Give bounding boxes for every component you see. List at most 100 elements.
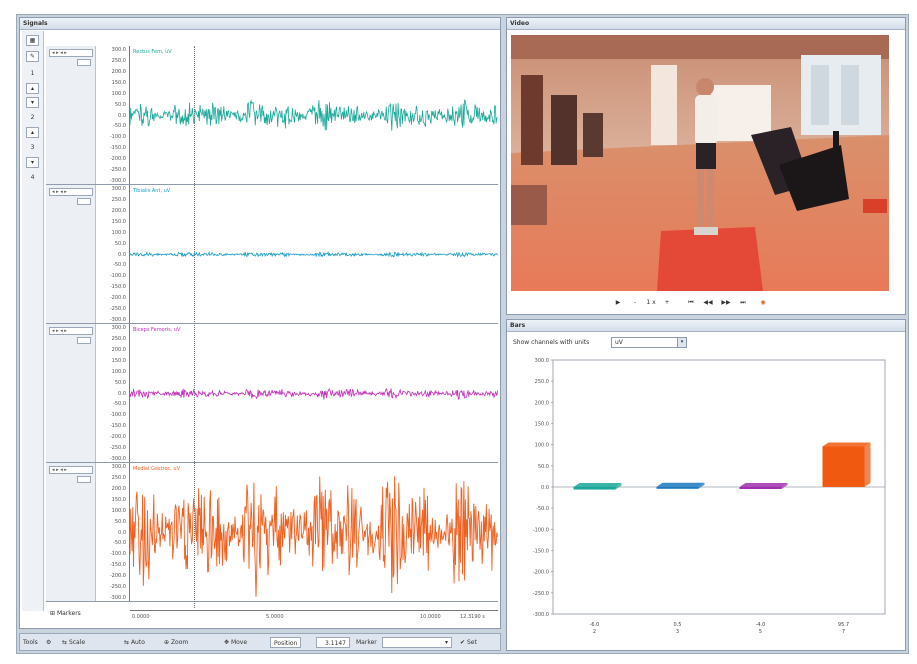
- bar-y-tick: 200.0: [535, 400, 549, 406]
- y-tick: 100.0: [111, 368, 126, 375]
- signal-waveform: [130, 251, 498, 258]
- move-label: Move: [230, 639, 248, 646]
- y-tick: 50.0: [114, 240, 126, 247]
- bar-value-label: -6.0: [590, 622, 600, 628]
- bar-y-tick: 250.0: [535, 379, 549, 385]
- channel-controls[interactable]: ◂ ▸ ◂ ▸: [46, 324, 96, 462]
- video-frame[interactable]: [511, 35, 889, 291]
- y-tick: 50.0: [114, 101, 126, 108]
- channel-scale-field[interactable]: [77, 59, 91, 66]
- y-tick: -300.0: [109, 178, 126, 184]
- marker-select[interactable]: [382, 637, 452, 648]
- expand-icon: ⊞: [50, 610, 57, 617]
- y-tick: -300.0: [109, 595, 126, 601]
- y-tick: 250.0: [111, 196, 126, 203]
- y-tick: -50.0: [113, 401, 126, 408]
- channel-scale-control[interactable]: ◂ ▸ ◂ ▸: [49, 49, 93, 57]
- y-tick: 200.0: [111, 68, 126, 75]
- rewind-button[interactable]: ◀◀: [701, 298, 715, 308]
- video-panel: Video ▶ - 1 x + ⏮ ◀◀ ▶▶ ⏭ ◉: [506, 17, 906, 315]
- y-tick: 150.0: [111, 79, 126, 86]
- bar-y-tick: -250.0: [533, 591, 549, 597]
- signal-plot[interactable]: Rectus Fem, uV: [130, 46, 498, 184]
- markers-label[interactable]: ⊞ Markers: [46, 608, 130, 620]
- channel-up-icon[interactable]: ▴: [26, 127, 39, 138]
- bars-panel: Bars Show channels with units uV ▾ 300.0…: [506, 319, 906, 651]
- signals-left-toolbar: ▦ ✎ 1 ▴ ▾ 2 ▴ 3 ▾ 4: [22, 31, 44, 611]
- skip-end-button[interactable]: ⏭: [737, 298, 749, 308]
- channel-scale-control[interactable]: ◂ ▸ ◂ ▸: [49, 466, 93, 474]
- tools-icon[interactable]: ⚙: [46, 637, 51, 648]
- y-tick: 150.0: [111, 218, 126, 225]
- channel-controls[interactable]: ◂ ▸ ◂ ▸: [46, 463, 96, 601]
- marker-dropdown-icon[interactable]: ▾: [445, 637, 448, 648]
- scale-button[interactable]: ⇆ Scale: [62, 637, 85, 648]
- y-tick: -150.0: [109, 145, 126, 152]
- bar-y-tick: -100.0: [533, 527, 549, 533]
- y-tick: -50.0: [113, 262, 126, 269]
- bar-value-label: 0.5: [674, 622, 682, 628]
- y-tick: -100.0: [109, 134, 126, 141]
- faster-button[interactable]: +: [663, 298, 671, 308]
- tools-label: Tools: [23, 639, 38, 646]
- zoom-button[interactable]: ⊕ Zoom: [164, 637, 188, 648]
- signal-plot[interactable]: Medial Gastroc, uV: [130, 463, 498, 601]
- bar-y-tick: 150.0: [535, 422, 549, 428]
- auto-label: Auto: [130, 639, 145, 646]
- skip-start-button[interactable]: ⏮: [685, 298, 697, 308]
- tool-icon[interactable]: ✎: [26, 51, 39, 62]
- signal-plot[interactable]: Tibialis Ant, uV: [130, 185, 498, 323]
- y-axis: 300.0 250.0 200.0 150.0 100.0 50.0 0.0 -50.0 -10…: [96, 463, 130, 601]
- signal-trace: [130, 476, 498, 597]
- play-button[interactable]: ▶: [613, 298, 623, 308]
- y-tick: 150.0: [111, 357, 126, 364]
- y-tick: 250.0: [111, 57, 126, 64]
- signal-waveform: [130, 99, 498, 131]
- bar-channel-index: 3: [676, 629, 679, 635]
- auto-button[interactable]: ⇆ Auto: [124, 637, 145, 648]
- channel-scale-field[interactable]: [77, 337, 91, 344]
- y-tick: 150.0: [111, 496, 126, 503]
- channel-down-icon[interactable]: ▾: [26, 157, 39, 168]
- channel-down-icon[interactable]: ▾: [26, 97, 39, 108]
- channel-scale-field[interactable]: [77, 476, 91, 483]
- channel-scale-field[interactable]: [77, 198, 91, 205]
- fast-forward-button[interactable]: ▶▶: [719, 298, 733, 308]
- y-tick: -50.0: [113, 123, 126, 130]
- y-tick: -100.0: [109, 273, 126, 280]
- set-button[interactable]: ✔ Set: [460, 637, 477, 648]
- bar-y-tick: -200.0: [533, 570, 549, 576]
- time-cursor[interactable]: [194, 46, 195, 608]
- channel-controls[interactable]: ◂ ▸ ◂ ▸: [46, 185, 96, 323]
- channel-scale-control[interactable]: ◂ ▸ ◂ ▸: [49, 188, 93, 196]
- signal-channel-row: ◂ ▸ ◂ ▸ 300.0 250.0 200.0 150.0 100.0 50.0 0.0 -…: [46, 46, 498, 185]
- layout-icon[interactable]: ▦: [26, 35, 39, 46]
- y-tick: 300.0: [111, 186, 126, 192]
- signal-channel-row: ◂ ▸ ◂ ▸ 300.0 250.0 200.0 150.0 100.0 50.0 0.0 -…: [46, 463, 498, 602]
- y-tick: -200.0: [109, 295, 126, 302]
- bar-value-label: 95.7: [838, 622, 849, 628]
- signal-plot[interactable]: Biceps Femoris, uV: [130, 324, 498, 462]
- channel-scale-control[interactable]: ◂ ▸ ◂ ▸: [49, 327, 93, 335]
- y-tick: -250.0: [109, 306, 126, 313]
- channel-controls[interactable]: ◂ ▸ ◂ ▸: [46, 46, 96, 184]
- speed-value: 1 x: [646, 299, 656, 306]
- move-button[interactable]: ✥ Move: [224, 637, 247, 648]
- bars-chart: 300.0 250.0 200.0 150.0 100.0 50.0 0.0 -50.0 -10…: [533, 358, 886, 635]
- channel-number-4: 4: [30, 174, 35, 181]
- snapshot-icon[interactable]: ◉: [757, 298, 769, 308]
- app-window: Signals ▦ ✎ 1 ▴ ▾ 2 ▴ 3 ▾ 4 ◂ ▸ ◂ ▸ 300.0…: [16, 14, 909, 654]
- slower-button[interactable]: -: [631, 298, 639, 308]
- bar-face: [739, 487, 782, 489]
- position-field[interactable]: 3.1147: [316, 637, 350, 648]
- units-select[interactable]: uV ▾: [611, 337, 687, 348]
- channel-up-icon[interactable]: ▴: [26, 83, 39, 94]
- gym-scene-image: [511, 35, 889, 291]
- bar-top: [739, 483, 788, 487]
- y-tick: -150.0: [109, 423, 126, 430]
- bar-side: [864, 442, 871, 487]
- markers-text: Markers: [56, 610, 81, 617]
- bar-face: [573, 487, 616, 490]
- bar-face: [656, 486, 699, 489]
- bar-y-tick: 50.0: [538, 464, 549, 470]
